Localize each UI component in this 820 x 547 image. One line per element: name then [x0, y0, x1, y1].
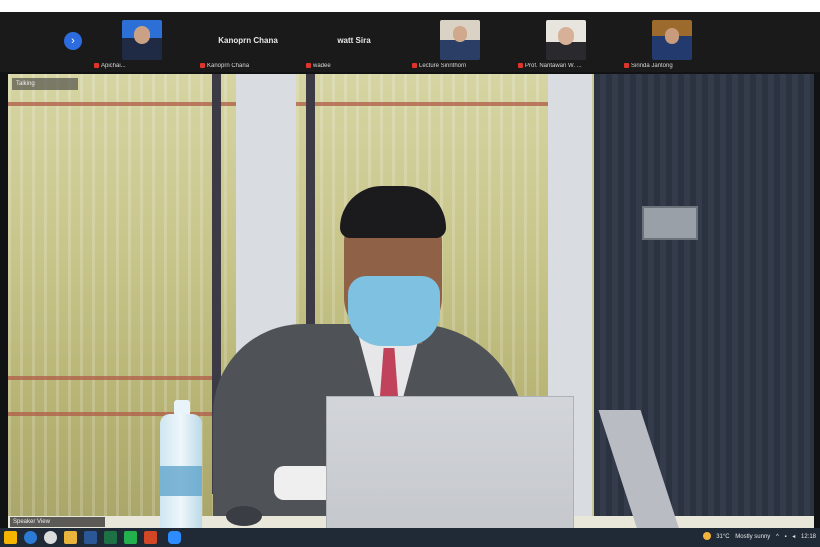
- face-shape: [453, 26, 467, 42]
- volume-icon[interactable]: ◂: [792, 534, 795, 540]
- chrome-icon[interactable]: [44, 531, 57, 544]
- participant-video-1: [122, 20, 162, 60]
- windows-start-icon[interactable]: [4, 531, 17, 544]
- weather-condition[interactable]: Mostly sunny: [735, 534, 770, 540]
- mic-muted-icon: [412, 63, 417, 68]
- face-shape: [665, 28, 679, 44]
- up-arrow-icon[interactable]: ^: [776, 534, 779, 540]
- mic-muted-icon: [518, 63, 523, 68]
- word-icon[interactable]: [84, 531, 97, 544]
- participant-tile-2[interactable]: Kanoprn Chana Kanoprn Chana: [198, 16, 298, 72]
- main-speaker-video[interactable]: Talking Speaker View: [8, 74, 814, 529]
- zoom-icon[interactable]: [168, 531, 181, 544]
- participant-label-5: Prof. Nantawan W. ...: [518, 63, 614, 72]
- mic-muted-icon: [306, 63, 311, 68]
- speaker-hands: [274, 466, 334, 500]
- speaker-name-label: Speaker View: [10, 517, 105, 527]
- bottle-label: [160, 466, 202, 496]
- participant-label-4: Lecture Sirinthorn: [412, 63, 508, 72]
- strip-nav-button[interactable]: ›: [64, 32, 82, 50]
- mic-muted-icon: [624, 63, 629, 68]
- participant-video-6: [652, 20, 692, 60]
- participant-tile-5[interactable]: Prof. Nantawan W. ...: [516, 16, 616, 72]
- line-icon[interactable]: [124, 531, 137, 544]
- mic-muted-icon: [200, 63, 205, 68]
- participant-video-5: [546, 20, 586, 60]
- sun-icon: [702, 532, 711, 541]
- door-sign: [642, 206, 698, 240]
- windows-taskbar: 31°C Mostly sunny ^ ▪ ◂ 12:18: [0, 528, 820, 547]
- laptop-lid: [326, 396, 574, 529]
- fence-post: [306, 74, 315, 324]
- participant-tile-6[interactable]: Sirinda Jantong: [622, 16, 722, 72]
- participant-strip: › Apichai... Kanoprn Chana Kanoprn Chana…: [0, 12, 820, 72]
- participant-tile-1[interactable]: Apichai...: [92, 16, 192, 72]
- participant-tile-3[interactable]: watt Sira wadee: [304, 16, 404, 72]
- weather-temp[interactable]: 31°C: [716, 534, 729, 540]
- zoom-meeting-screen: › Apichai... Kanoprn Chana Kanoprn Chana…: [0, 12, 820, 547]
- participant-video-4: [440, 20, 480, 60]
- search-icon[interactable]: [24, 531, 37, 544]
- chevron-right-icon: ›: [71, 35, 75, 47]
- mic-muted-icon: [94, 63, 99, 68]
- system-tray: 31°C Mostly sunny ^ ▪ ◂ 12:18: [699, 530, 816, 545]
- participant-label-3: wadee: [306, 63, 402, 72]
- clock[interactable]: 12:18: [801, 534, 816, 540]
- folder-icon[interactable]: [64, 531, 77, 544]
- fence-rail: [8, 376, 228, 380]
- participant-tile-4[interactable]: Lecture Sirinthorn: [410, 16, 510, 72]
- participant-label-6: Sirinda Jantong: [624, 63, 720, 72]
- computer-mouse: [226, 506, 262, 526]
- face-shape: [558, 27, 574, 45]
- participant-label-1: Apichai...: [94, 63, 190, 72]
- face-shape: [134, 26, 150, 44]
- excel-icon[interactable]: [104, 531, 117, 544]
- face-mask: [348, 276, 440, 346]
- network-icon[interactable]: ▪: [784, 534, 786, 540]
- participant-name-3: watt Sira: [337, 36, 371, 45]
- participant-name-2: Kanoprn Chana: [218, 36, 278, 45]
- powerpoint-icon[interactable]: [144, 531, 157, 544]
- video-corner-label: Talking: [12, 78, 78, 90]
- participant-label-2: Kanoprn Chana: [200, 63, 296, 72]
